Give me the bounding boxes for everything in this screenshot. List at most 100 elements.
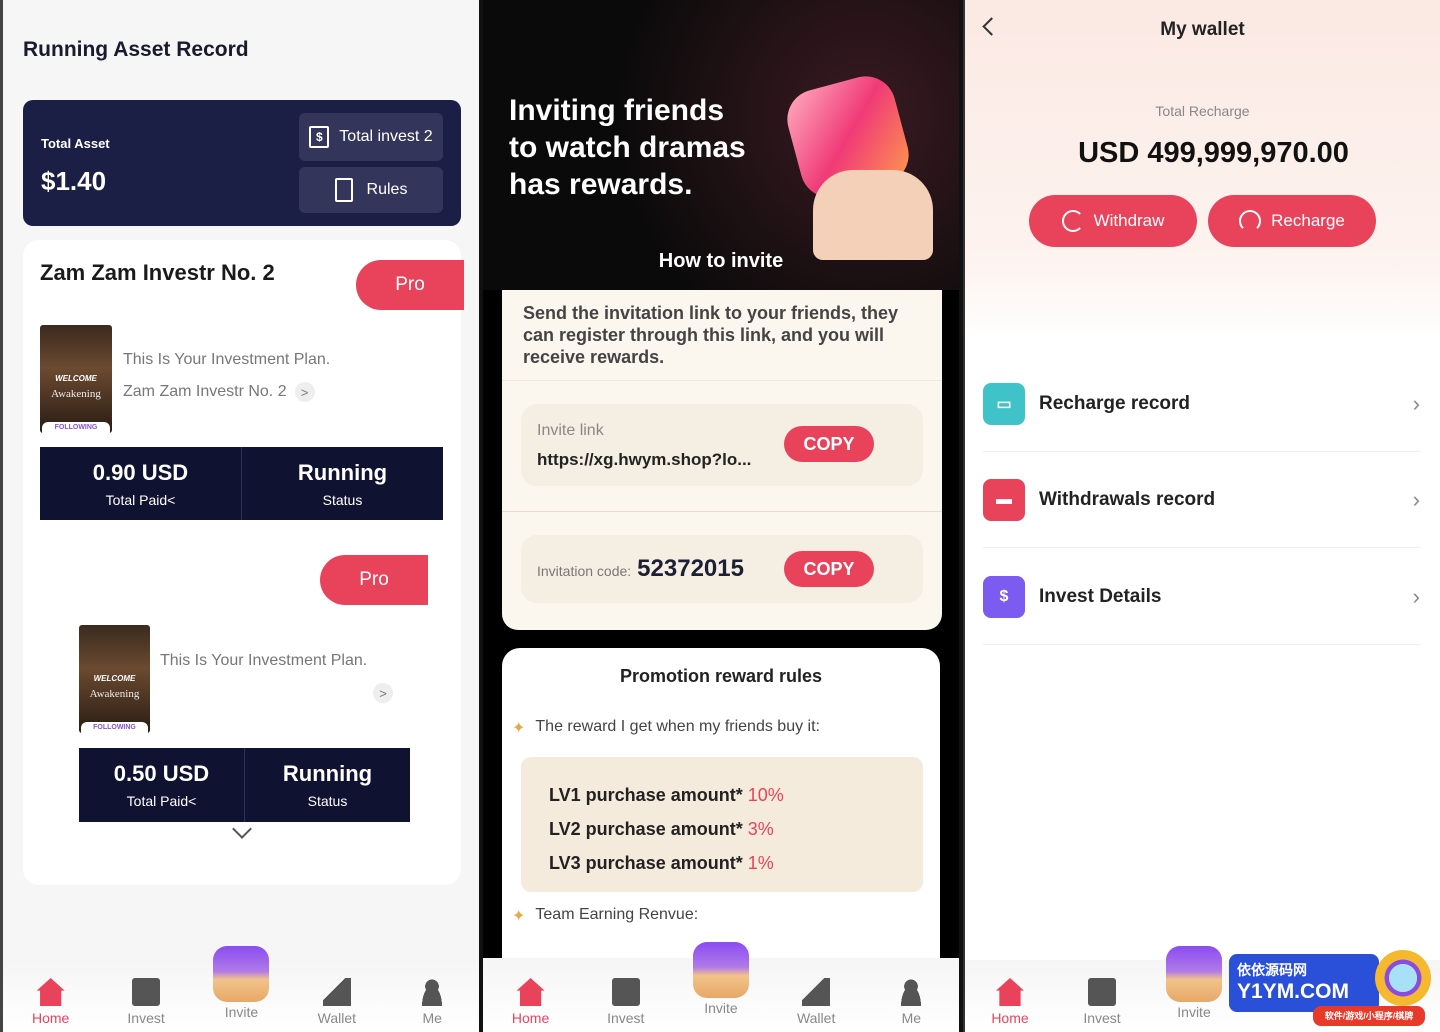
watermark-line2: Y1YM.COM xyxy=(1237,980,1350,1003)
tab-invite[interactable]: Invite xyxy=(686,942,756,1026)
invest-details-row[interactable]: $ Invest Details › xyxy=(983,549,1420,645)
tab-wallet[interactable]: Wallet xyxy=(302,978,372,1026)
withdrawals-record-row[interactable]: ▬ Withdrawals record › xyxy=(983,452,1420,548)
tab-me[interactable]: Me xyxy=(876,978,946,1026)
recharge-record-row[interactable]: ▭ Recharge record › xyxy=(983,356,1420,452)
copy-link-button[interactable]: COPY xyxy=(784,426,874,462)
tab-home[interactable]: Home xyxy=(496,978,566,1026)
tab-wallet[interactable]: Wallet xyxy=(781,978,851,1026)
poster-title: Awakening xyxy=(89,687,140,700)
invite-link-value[interactable]: https://xg.hwym.shop?lo... xyxy=(537,450,751,470)
total-paid-value: 0.50 USD xyxy=(113,761,210,786)
plan-poster: WELCOME Awakening FOLLOWING xyxy=(79,625,150,733)
dollar-doc-icon: $ xyxy=(309,126,330,148)
how-to-invite-heading: How to invite xyxy=(658,250,784,272)
tab-label: Home xyxy=(991,1010,1029,1026)
tab-label: Invest xyxy=(1083,1010,1121,1026)
plan-link-label: Zam Zam Investr No. 2 xyxy=(123,383,287,400)
rules-button[interactable]: Rules xyxy=(299,167,443,213)
invite-hero: Inviting friends to watch dramas has rew… xyxy=(483,0,959,290)
invite-link-box: Invite link https://xg.hwym.shop?lo... C… xyxy=(521,404,923,486)
chart-icon xyxy=(802,978,831,1006)
total-recharge-value: USD 499,999,970.00 xyxy=(1078,137,1349,169)
invite-code-box: Invitation code: 52372015 COPY xyxy=(521,535,923,603)
plan-link[interactable]: Zam Zam Investr No. 2 > xyxy=(123,382,315,402)
poster-title: Awakening xyxy=(51,387,101,400)
sparkle-icon: ✦ xyxy=(512,720,526,737)
total-invest-label: Total invest 2 xyxy=(339,128,433,145)
level-label: LV1 purchase amount* xyxy=(549,785,743,805)
divider xyxy=(502,380,942,381)
withdraw-button[interactable]: Withdraw xyxy=(1029,195,1197,247)
team-earning: ✦ Team Earning Renvue: xyxy=(512,906,698,926)
chart-icon xyxy=(322,978,351,1006)
row-label: Withdrawals record xyxy=(1039,488,1216,510)
gift-tv-icon xyxy=(1166,946,1222,1002)
reward-rules-card: Promotion reward rules ✦ The reward I get… xyxy=(502,648,940,988)
total-asset-label: Total Asset xyxy=(41,136,110,151)
invite-link-label: Invite link xyxy=(537,422,604,439)
tab-invite[interactable]: Invite xyxy=(206,946,276,1026)
watermark-line3: 软件/游戏/小程序/棋牌 xyxy=(1313,1006,1425,1026)
hero-line: to watch dramas xyxy=(509,131,746,164)
row-label: Recharge record xyxy=(1039,392,1191,414)
level-row: LV3 purchase amount* 1% xyxy=(549,853,923,887)
tab-label: Home xyxy=(32,1010,70,1026)
tab-label: Me xyxy=(901,1010,922,1026)
plan-stats: 0.90 USD Total Paid< Running Status xyxy=(40,447,443,520)
total-asset-card: Total Asset $1.40 $ Total invest 2 Rules xyxy=(23,100,461,226)
tab-label: Me xyxy=(422,1010,442,1026)
hero-title: Inviting friends to watch dramas has rew… xyxy=(509,92,746,203)
tab-label: Invite xyxy=(224,1004,259,1020)
copy-code-button[interactable]: COPY xyxy=(784,551,874,587)
pro-button[interactable]: Pro xyxy=(356,260,464,310)
plan-stats: 0.50 USD Total Paid< Running Status xyxy=(79,748,410,822)
tab-invest[interactable]: Invest xyxy=(591,978,661,1026)
recharge-icon xyxy=(1239,210,1262,232)
tab-label: Invest xyxy=(607,1010,645,1026)
tab-label: Invite xyxy=(704,1000,738,1016)
total-paid-label: Total Paid< xyxy=(126,793,197,809)
total-invest-button[interactable]: $ Total invest 2 xyxy=(299,113,443,161)
level-row: LV1 purchase amount* 10% xyxy=(549,785,923,819)
invite-code-value[interactable]: 52372015 xyxy=(637,555,744,583)
total-paid-value: 0.90 USD xyxy=(92,459,189,485)
tab-invest[interactable]: Invest xyxy=(1067,978,1137,1026)
home-icon xyxy=(36,978,65,1006)
tab-label: Wallet xyxy=(317,1010,357,1026)
clipboard-check-icon xyxy=(1088,978,1116,1006)
watermark-line1: 依依源码网 xyxy=(1237,962,1307,978)
pro-button[interactable]: Pro xyxy=(320,555,428,605)
wallet-icon: ▭ xyxy=(983,382,1025,425)
status-label: Status xyxy=(307,793,348,809)
tab-label: Invest xyxy=(127,1010,165,1026)
dollar-doc-icon: $ xyxy=(983,575,1025,618)
level-pct: 10% xyxy=(747,785,784,805)
status-value: Running xyxy=(282,761,373,786)
row-label: Invest Details xyxy=(1039,585,1162,607)
tab-label: Wallet xyxy=(796,1010,836,1026)
tab-me[interactable]: Me xyxy=(397,978,467,1026)
watermark-logo: 依依源码网 Y1YM.COM 软件/游戏/小程序/棋牌 xyxy=(1223,948,1437,1032)
level-row: LV2 purchase amount* 3% xyxy=(549,819,923,853)
tab-invest[interactable]: Invest xyxy=(111,978,181,1026)
home-icon xyxy=(996,978,1024,1006)
plans-card: Zam Zam Investr No. 2 Pro WELCOME Awaken… xyxy=(23,240,464,885)
home-icon xyxy=(516,978,545,1006)
recharge-label: Recharge xyxy=(1271,211,1345,230)
tab-home[interactable]: Home xyxy=(16,978,86,1026)
tab-invite[interactable]: Invite xyxy=(1159,946,1229,1026)
recharge-button[interactable]: Recharge xyxy=(1208,195,1376,247)
sparkle-icon: ✦ xyxy=(512,908,526,925)
plan-description: This Is Your Investment Plan. xyxy=(160,652,368,669)
user-icon xyxy=(418,978,447,1006)
page-title: Running Asset Record xyxy=(23,38,249,61)
level-pct: 3% xyxy=(747,819,774,839)
chevron-down-icon[interactable] xyxy=(232,819,252,839)
chevron-right-icon[interactable]: > xyxy=(373,683,393,703)
invite-code: Invitation code: 52372015 xyxy=(537,555,744,583)
tab-label: Home xyxy=(511,1010,550,1026)
invite-code-label: Invitation code: xyxy=(537,563,632,579)
tab-home[interactable]: Home xyxy=(975,978,1045,1026)
levels-box: LV1 purchase amount* 10% LV2 purchase am… xyxy=(521,757,923,892)
